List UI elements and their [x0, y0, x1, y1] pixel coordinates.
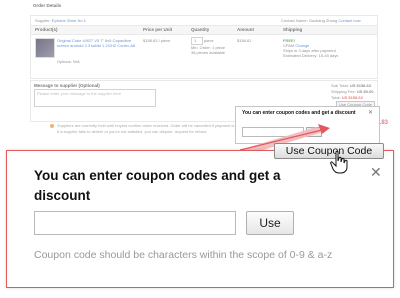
close-icon[interactable]: ✕	[370, 164, 382, 181]
coupon-hint-text: Coupon code should be characters within …	[34, 249, 333, 261]
coupon-code-input[interactable]	[34, 211, 236, 235]
hand-cursor-icon	[330, 150, 348, 174]
use-coupon-button[interactable]: Use	[246, 211, 294, 235]
coupon-popup-title: You can enter coupon codes and get a dis…	[34, 168, 281, 203]
use-coupon-code-button[interactable]: Use Coupon Code	[274, 143, 384, 159]
